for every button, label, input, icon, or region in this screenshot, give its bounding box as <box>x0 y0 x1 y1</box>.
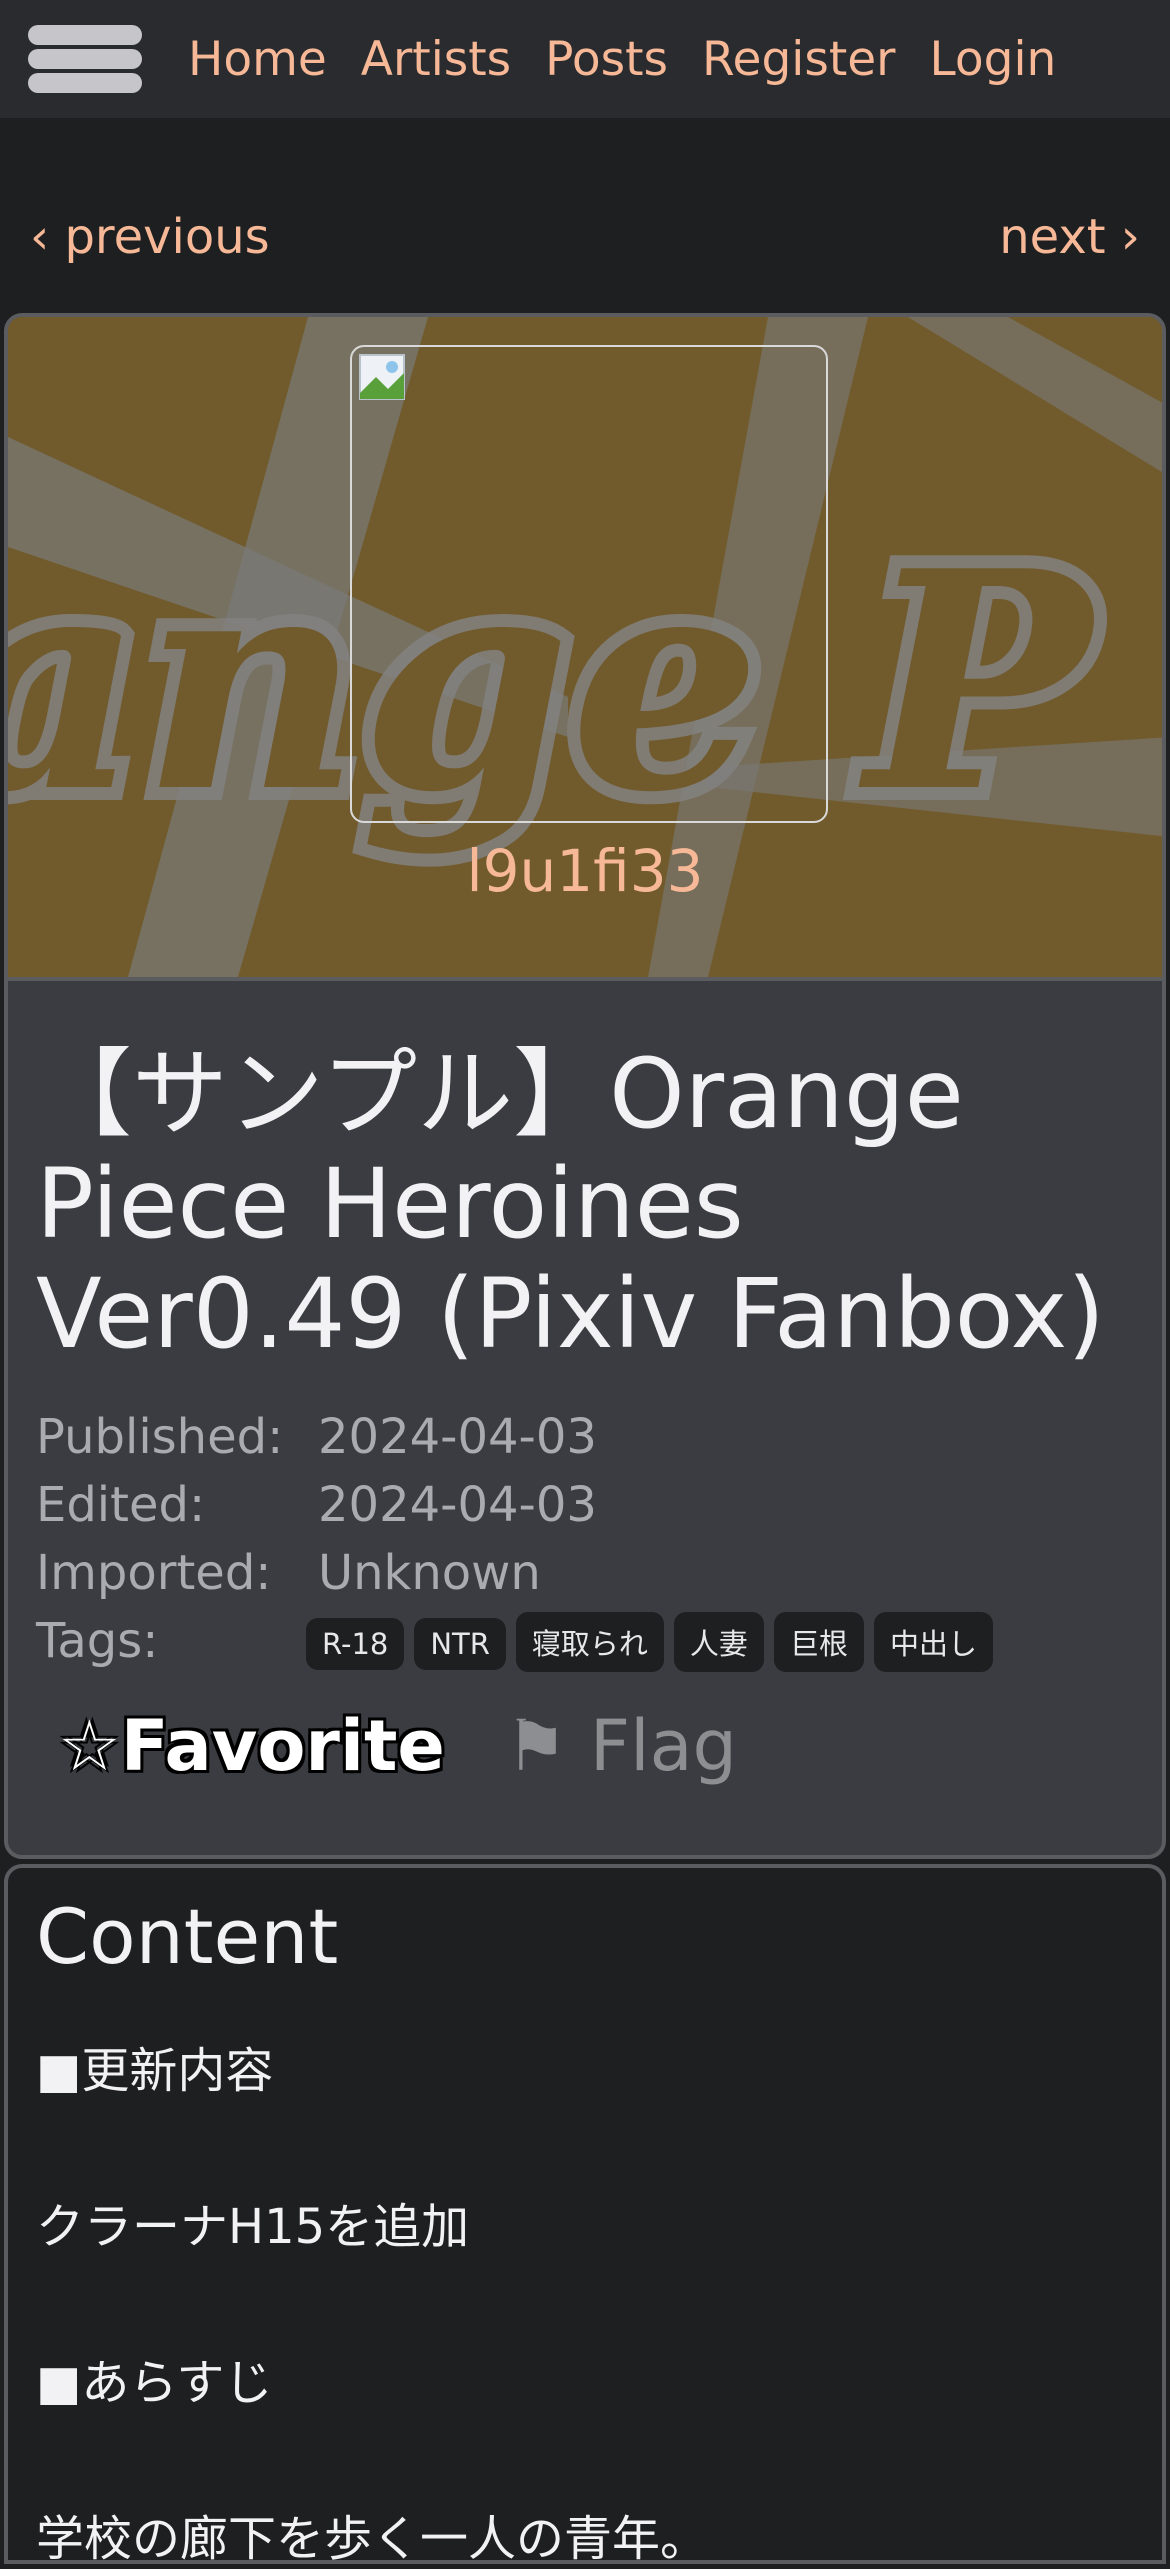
post-card: ange P ange P l9u1fi33 【サンプル】Orange Piec… <box>4 313 1166 1859</box>
menu-hamburger-icon[interactable] <box>28 13 142 105</box>
nav-artists[interactable]: Artists <box>361 32 511 87</box>
next-post-link[interactable]: next › <box>999 209 1140 265</box>
tag-chip[interactable]: NTR <box>414 1618 506 1670</box>
meta-value: 2024-04-03 <box>318 1477 597 1533</box>
flag-button[interactable]: ⚑ Flag <box>505 1705 737 1787</box>
tag-chip[interactable]: 人妻 <box>673 1612 764 1672</box>
content-heading: Content <box>36 1892 339 1981</box>
artist-banner: ange P ange P l9u1fi33 <box>8 317 1162 977</box>
post-info: 【サンプル】Orange Piece Heroines Ver0.49 (Pix… <box>8 977 1162 1855</box>
meta-value: 2024-04-03 <box>318 1409 597 1465</box>
meta-value: Unknown <box>318 1545 541 1601</box>
main-nav: Home Artists Posts Register Login <box>188 32 1090 87</box>
meta-label: Published: <box>36 1409 284 1465</box>
tag-chip[interactable]: R-18 <box>306 1618 405 1670</box>
meta-label: Edited: <box>36 1477 206 1533</box>
tag-chip[interactable]: 中出し <box>873 1612 993 1672</box>
tag-chip[interactable]: 寝取られ <box>515 1612 664 1672</box>
nav-home[interactable]: Home <box>188 32 327 87</box>
post-title: 【サンプル】Orange Piece Heroines Ver0.49 (Pix… <box>36 1038 1105 1370</box>
meta-label: Imported: <box>36 1545 272 1601</box>
tag-chip[interactable]: 巨根 <box>773 1612 864 1672</box>
artist-name-link[interactable]: l9u1fi33 <box>8 837 1162 905</box>
content-line: 学校の廊下を歩く一人の青年。 <box>36 2511 709 2567</box>
content-line: ■あらすじ <box>36 2355 273 2411</box>
post-pager: ‹ previous next › <box>0 178 1170 296</box>
meta-imported: Imported: Unknown <box>36 1539 1134 1607</box>
nav-register[interactable]: Register <box>702 32 896 87</box>
nav-login[interactable]: Login <box>930 32 1057 87</box>
artist-avatar[interactable] <box>350 345 828 823</box>
meta-tags: Tags: R-18 NTR 寝取られ 人妻 巨根 中出し <box>36 1607 1134 1675</box>
meta-published: Published: 2024-04-03 <box>36 1403 1134 1471</box>
content-line: クラーナH15を追加 <box>36 2199 470 2255</box>
broken-image-icon <box>359 354 405 400</box>
meta-edited: Edited: 2024-04-03 <box>36 1471 1134 1539</box>
content-line: ■更新内容 <box>36 2043 274 2099</box>
post-content: Content ■更新内容 クラーナH15を追加 ■あらすじ 学校の廊下を歩く一… <box>4 1864 1166 2567</box>
top-navbar: Home Artists Posts Register Login <box>0 0 1170 118</box>
post-actions: ☆Favorite ⚑ Flag <box>36 1705 1134 1787</box>
nav-posts[interactable]: Posts <box>545 32 668 87</box>
favorite-button[interactable]: ☆Favorite <box>58 1705 445 1787</box>
previous-post-link[interactable]: ‹ previous <box>30 209 270 265</box>
meta-label: Tags: <box>36 1613 159 1669</box>
